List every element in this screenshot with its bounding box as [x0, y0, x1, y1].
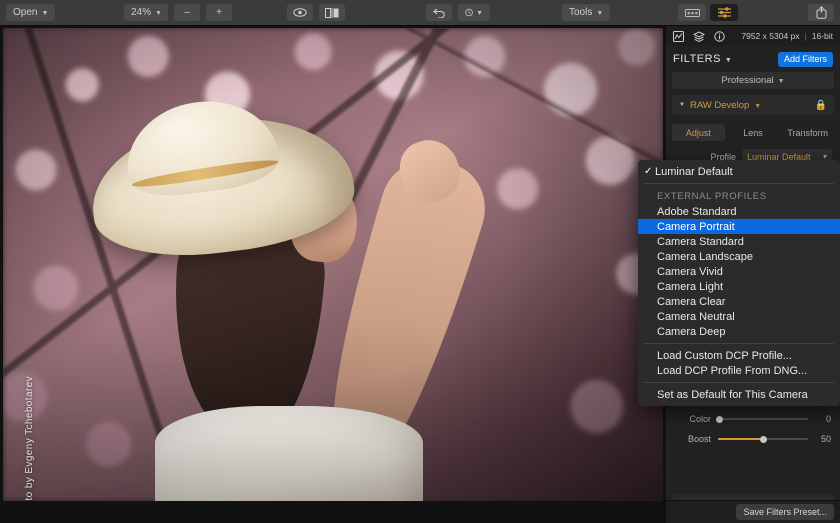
chevron-down-icon: ▼	[41, 10, 49, 17]
menu-separator	[644, 183, 834, 184]
zoom-level-value: 24%	[131, 7, 152, 18]
history-button[interactable]: ▼	[458, 4, 490, 21]
slider-track[interactable]	[718, 435, 808, 443]
photo-watermark: Photo by Evgeny Tchebotarev	[24, 376, 35, 501]
sliders-panel-icon	[717, 7, 731, 18]
slider-value: 0	[825, 414, 831, 424]
chevron-down-icon: ▼	[155, 10, 162, 17]
photo-preview[interactable]: Photo by Evgeny Tchebotarev	[3, 28, 663, 501]
app-window: Open ▼ 24% ▼ – + ▼ Tools ▼ Photo by Evge…	[0, 0, 840, 523]
toolbar-right-group	[808, 4, 834, 21]
toolbar-left-group: Open ▼	[6, 4, 56, 21]
zoom-controls: 24% ▼ – +	[124, 4, 232, 21]
clock-history-icon	[465, 8, 473, 17]
chevron-down-icon: ▼	[476, 10, 483, 17]
raw-sliders-group: Color 0 Boost 50	[666, 409, 840, 449]
slider-knob[interactable]	[716, 415, 723, 423]
menu-item-camera-neutral[interactable]: Camera Neutral	[638, 309, 840, 324]
chevron-down-icon: ▼	[596, 10, 604, 17]
filters-title: FILTERS	[673, 53, 721, 65]
slider-knob[interactable]	[759, 435, 767, 443]
workspace-label: Professional	[721, 75, 774, 86]
history-group: ▼	[426, 4, 490, 21]
menu-item-camera-standard[interactable]: Camera Standard	[638, 234, 840, 249]
slider-track[interactable]	[716, 415, 808, 423]
slider-fill	[718, 438, 763, 440]
chevron-down-icon: ▼	[724, 56, 733, 64]
lock-icon[interactable]: 🔒	[815, 100, 827, 111]
info-icon[interactable]	[714, 30, 725, 42]
menu-item-label: Luminar Default	[655, 165, 733, 178]
top-toolbar: Open ▼ 24% ▼ – + ▼ Tools ▼	[0, 0, 840, 26]
menu-separator	[644, 343, 834, 344]
filmstrip-panel-button[interactable]	[678, 4, 706, 21]
image-dimensions: 7952 x 5304 px	[741, 31, 800, 41]
profile-dropdown-menu: ✓ Luminar Default EXTERNAL PROFILES Adob…	[638, 160, 840, 406]
menu-item-camera-light[interactable]: Camera Light	[638, 279, 840, 294]
menu-item-camera-landscape[interactable]: Camera Landscape	[638, 249, 840, 264]
view-mode-group	[287, 4, 345, 21]
export-share-icon	[816, 6, 826, 19]
image-metadata: 7952 x 5304 px | 16-bit	[741, 31, 833, 41]
raw-develop-tabs: Adjust Lens Transform	[672, 124, 834, 141]
workspace-selector[interactable]: Professional ▼	[672, 72, 834, 89]
menu-item-camera-clear[interactable]: Camera Clear	[638, 294, 840, 309]
panel-view-icons	[673, 30, 725, 42]
menu-item-camera-deep[interactable]: Camera Deep	[638, 324, 840, 339]
undo-arrow-icon	[432, 8, 445, 18]
photo-vignette	[3, 28, 663, 501]
menu-item-load-custom-dcp-profile[interactable]: Load Custom DCP Profile...	[638, 348, 840, 363]
filmstrip-panel-icon	[684, 8, 700, 17]
histogram-icon[interactable]	[673, 30, 684, 42]
menu-item-luminar-default[interactable]: ✓ Luminar Default	[638, 164, 840, 179]
slider-color[interactable]: Color 0	[675, 409, 831, 429]
checkmark-icon: ✓	[644, 166, 653, 177]
menu-separator	[644, 382, 834, 383]
chevron-down-icon: ▼	[754, 102, 762, 110]
open-button[interactable]: Open ▼	[6, 4, 56, 21]
slider-boost[interactable]: Boost 50	[675, 429, 831, 449]
slider-value: 50	[820, 434, 831, 444]
adjust-panel-button[interactable]	[710, 4, 738, 21]
menu-group-header-external-profiles: EXTERNAL PROFILES	[657, 190, 767, 202]
metadata-separator: |	[804, 31, 807, 41]
panel-toggle-group	[678, 4, 738, 21]
panel-footer: Save Filters Preset...	[666, 500, 840, 523]
section-raw-develop[interactable]: ▼ RAW Develop ▼ 🔒	[672, 95, 834, 115]
tab-lens[interactable]: Lens	[727, 124, 780, 141]
zoom-level-select[interactable]: 24% ▼	[124, 4, 168, 21]
preview-toggle-button[interactable]	[287, 4, 313, 21]
open-button-label: Open	[13, 7, 38, 18]
add-filters-button[interactable]: Add Filters	[777, 51, 833, 67]
export-button[interactable]	[808, 4, 834, 21]
menu-item-load-dcp-profile-from-dng[interactable]: Load DCP Profile From DNG...	[638, 363, 840, 378]
zoom-out-button[interactable]: –	[174, 4, 200, 21]
panel-topbar: 7952 x 5304 px | 16-bit	[666, 26, 840, 46]
tab-adjust[interactable]: Adjust	[672, 124, 725, 141]
undo-button[interactable]	[426, 4, 452, 21]
save-filters-preset-button[interactable]: Save Filters Preset...	[736, 504, 834, 520]
eye-icon	[293, 8, 307, 17]
menu-item-camera-vivid[interactable]: Camera Vivid	[638, 264, 840, 279]
menu-item-adobe-standard[interactable]: Adobe Standard	[638, 204, 840, 219]
menu-item-set-as-default-for-this-camera[interactable]: Set as Default for This Camera	[638, 387, 840, 402]
split-compare-icon	[325, 7, 339, 18]
slider-label: Boost	[687, 434, 711, 444]
compare-button[interactable]	[319, 4, 345, 21]
layers-icon[interactable]	[693, 30, 705, 42]
slider-label: Color	[689, 414, 711, 424]
tools-group: Tools ▼	[562, 4, 610, 21]
chevron-down-icon: ▼	[777, 78, 785, 85]
tools-button[interactable]: Tools ▼	[562, 4, 610, 21]
menu-item-camera-portrait[interactable]: Camera Portrait	[638, 219, 840, 234]
image-canvas[interactable]: Photo by Evgeny Tchebotarev	[0, 26, 666, 523]
disclosure-triangle-icon[interactable]: ▼	[679, 102, 685, 108]
filters-title-group[interactable]: FILTERS ▼	[673, 53, 732, 65]
tab-transform[interactable]: Transform	[781, 124, 834, 141]
filters-header: FILTERS ▼ Add Filters	[666, 46, 840, 72]
zoom-in-button[interactable]: +	[206, 4, 232, 21]
image-bit-depth: 16-bit	[811, 31, 833, 41]
section-title: RAW Develop	[689, 99, 750, 111]
tools-button-label: Tools	[569, 7, 593, 18]
